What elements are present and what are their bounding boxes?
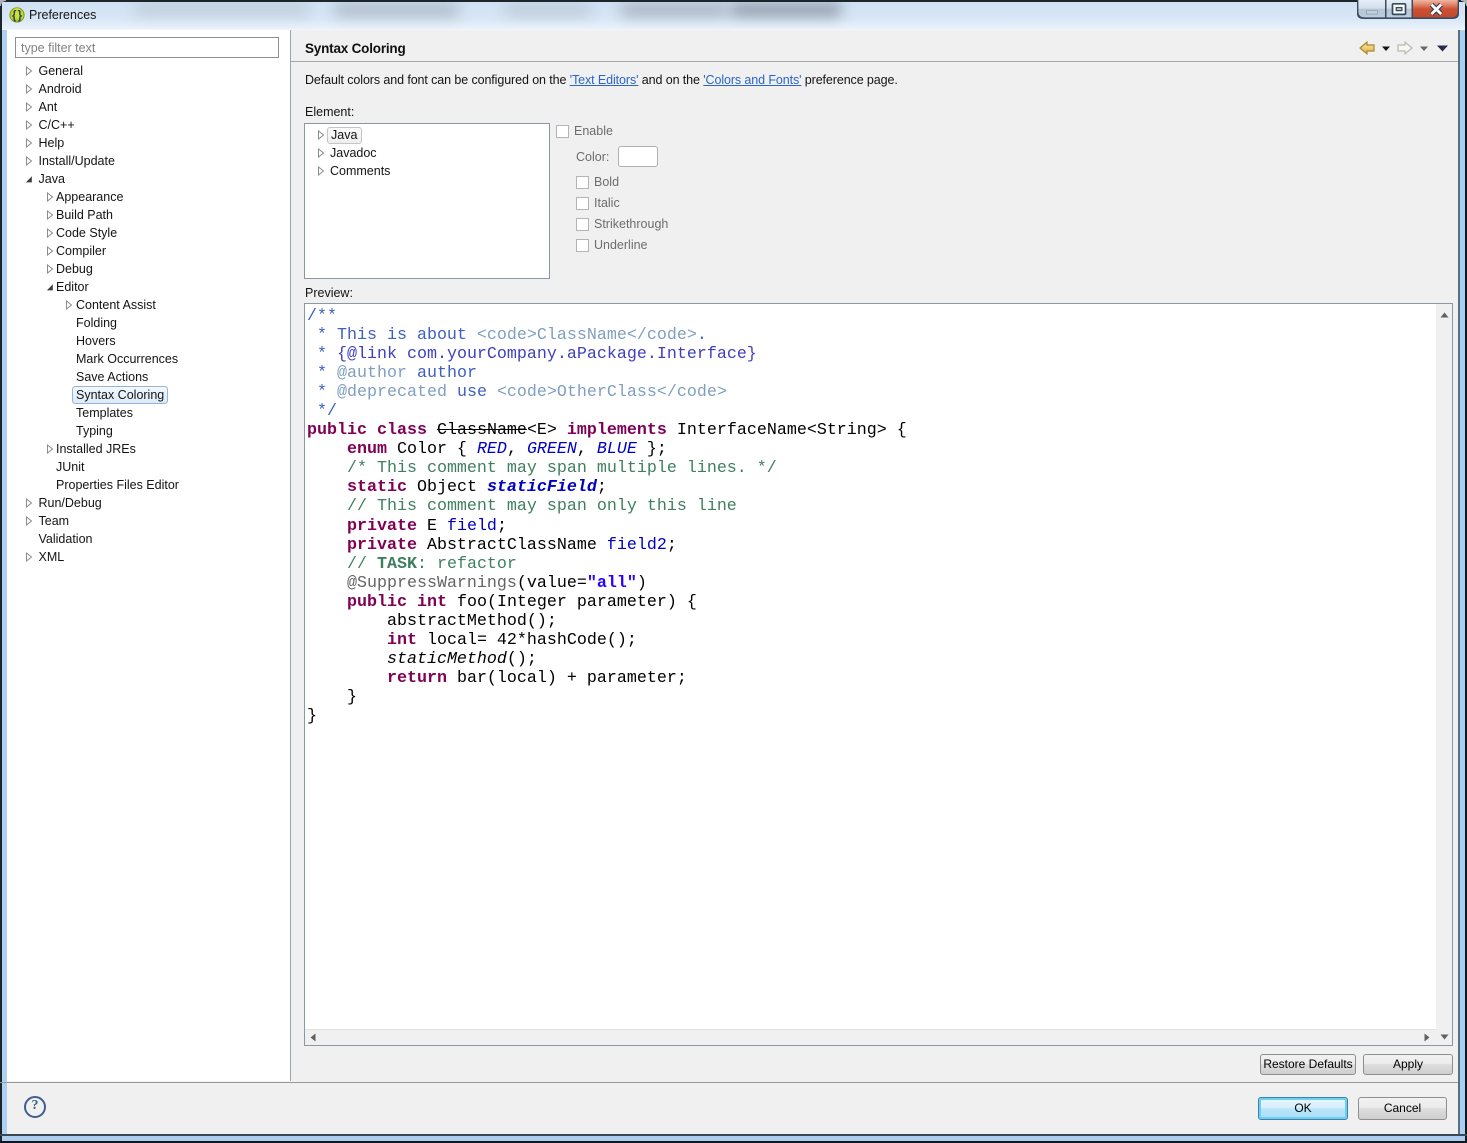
svg-text:}: }	[18, 10, 23, 22]
svg-text:{: {	[12, 10, 17, 22]
